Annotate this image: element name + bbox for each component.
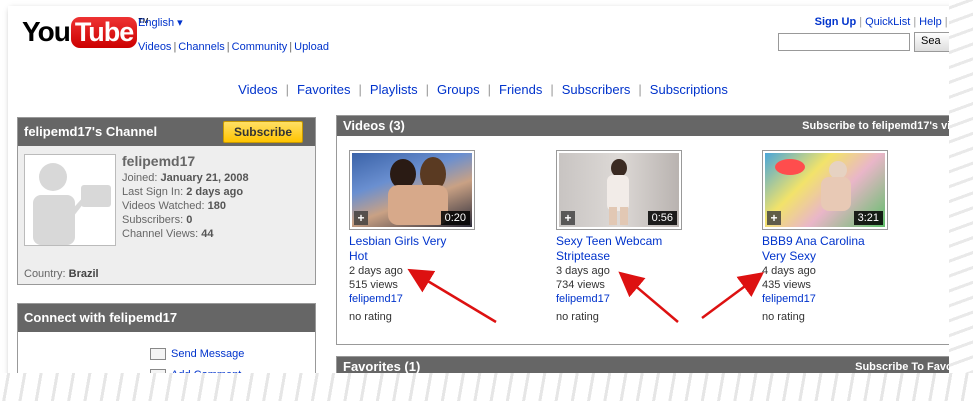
arrow-to-video-2-age <box>618 271 679 323</box>
torn-edge-bottom <box>0 373 973 401</box>
arrow-to-video-3-age <box>701 272 765 320</box>
arrow-to-video-1-age <box>407 268 497 324</box>
torn-edge-right <box>949 0 973 401</box>
page-sheet: You Tube TM English ▾ Videos | Channels | Co… <box>8 6 958 378</box>
annotation-arrows <box>407 268 765 324</box>
